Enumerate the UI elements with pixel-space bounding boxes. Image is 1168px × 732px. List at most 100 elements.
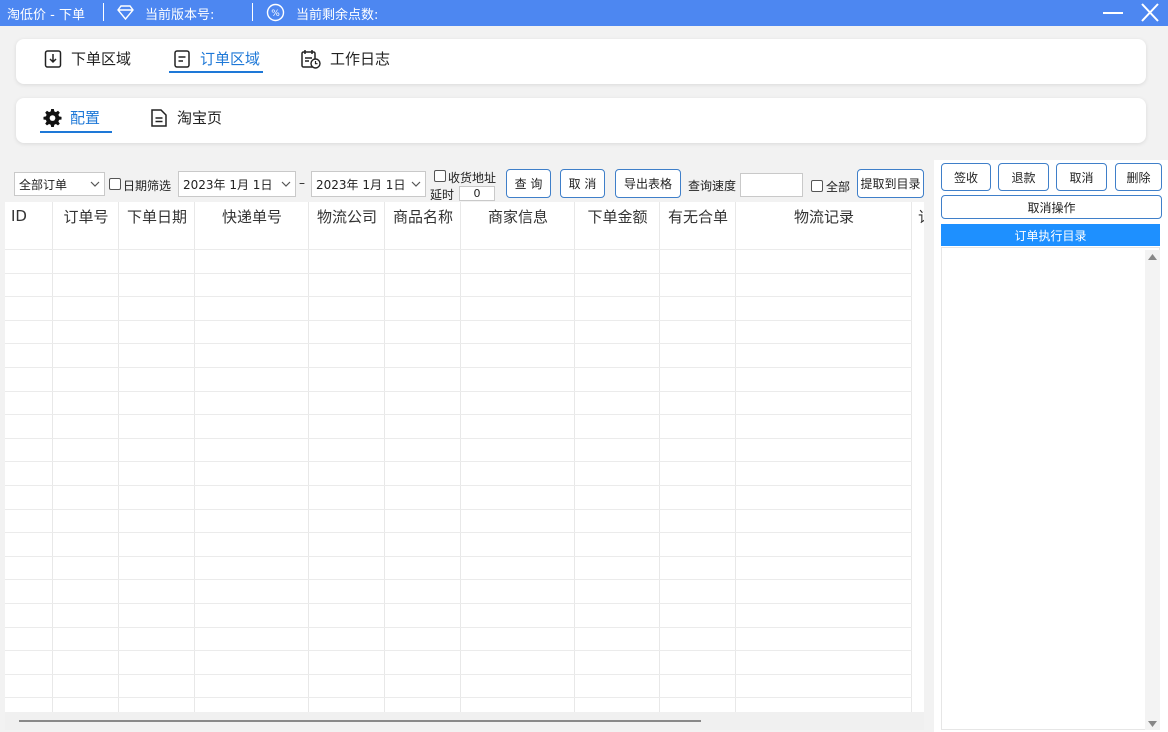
- close-button[interactable]: [1137, 2, 1163, 24]
- tab-order-area[interactable]: 订单区域: [172, 48, 260, 69]
- column-divider: [911, 202, 912, 712]
- table-row-line: [5, 414, 912, 415]
- date-to-picker[interactable]: 2023年 1月 1日: [311, 171, 426, 197]
- scroll-down-icon[interactable]: [1148, 721, 1157, 727]
- chevron-down-icon: [281, 181, 291, 187]
- title-bar: 淘低价 - 下单 当前版本号: % 当前剩余点数:: [0, 0, 1168, 26]
- table-row-line: [5, 485, 912, 486]
- column-header[interactable]: ID: [5, 202, 35, 230]
- all-checkbox[interactable]: [811, 180, 823, 192]
- table-row-line: [5, 320, 912, 321]
- table-row-line: [5, 296, 912, 297]
- address-checkbox[interactable]: [434, 170, 446, 182]
- column-divider: [52, 202, 53, 712]
- date-filter-label: 日期筛选: [123, 179, 172, 193]
- table-row-line: [5, 438, 912, 439]
- gear-icon: [43, 108, 62, 127]
- column-header[interactable]: 下单金额: [575, 202, 660, 230]
- query-speed-input[interactable]: [740, 173, 803, 197]
- column-divider: [308, 202, 309, 712]
- column-divider: [460, 202, 461, 712]
- active-tab-indicator: [169, 71, 263, 73]
- table-row-line: [5, 343, 912, 344]
- scrollbar-thumb[interactable]: [19, 720, 701, 722]
- close-icon: [1141, 3, 1159, 22]
- order-filter-value: 全部订单: [19, 177, 68, 192]
- version-label: 当前版本号:: [145, 8, 215, 23]
- download-box-icon: [44, 49, 62, 68]
- sign-button[interactable]: 签收: [941, 163, 991, 191]
- delay-label: 延时: [430, 188, 455, 202]
- export-table-button[interactable]: 导出表格: [615, 169, 681, 198]
- tab-config[interactable]: 配置: [43, 107, 100, 128]
- tab-order-placement[interactable]: 下单区域: [43, 48, 131, 69]
- table-row-line: [5, 674, 912, 675]
- minimize-button[interactable]: [1100, 2, 1126, 24]
- tab-work-log[interactable]: 工作日志: [300, 48, 390, 69]
- table-row-line: [5, 556, 912, 557]
- cancel-operation-button[interactable]: 取消操作: [941, 195, 1162, 219]
- table-row-line: [5, 367, 912, 368]
- cancel-query-button[interactable]: 取 消: [560, 169, 605, 198]
- points-icon: %: [266, 3, 285, 22]
- points-label: 当前剩余点数:: [296, 8, 379, 23]
- extract-to-directory-button[interactable]: 提取到目录: [857, 169, 924, 198]
- orders-table[interactable]: ID 订单号 下单日期 快递单号 物流公司 商品名称 商家信息 下单金额 有无合…: [5, 202, 924, 730]
- table-row-line: [5, 532, 912, 533]
- order-directory-list[interactable]: [941, 247, 1160, 730]
- table-row-line: [5, 603, 912, 604]
- tab-label: 配置: [70, 109, 101, 127]
- column-header[interactable]: 订: [912, 202, 924, 230]
- scroll-up-icon[interactable]: [1148, 254, 1157, 260]
- column-divider: [574, 202, 575, 712]
- date-range-separator: –: [299, 176, 305, 190]
- calendar-clock-icon: [301, 49, 321, 69]
- tab-label: 工作日志: [330, 50, 391, 68]
- refund-button[interactable]: 退款: [998, 163, 1049, 191]
- column-header[interactable]: 商家信息: [461, 202, 575, 230]
- table-row-line: [5, 391, 912, 392]
- tab-label: 下单区域: [71, 50, 132, 68]
- address-label: 收货地址: [448, 171, 497, 185]
- order-directory-header: 订单执行目录: [941, 224, 1160, 246]
- column-divider: [384, 202, 385, 712]
- date-filter-checkbox[interactable]: [109, 178, 121, 190]
- svg-text:%: %: [271, 9, 280, 19]
- column-divider: [194, 202, 195, 712]
- tab-label: 淘宝页: [177, 109, 223, 127]
- table-row-line: [5, 273, 912, 274]
- column-header[interactable]: 物流公司: [309, 202, 385, 230]
- table-row-line: [5, 697, 912, 698]
- order-filter-select[interactable]: 全部订单: [14, 172, 105, 196]
- date-to-value: 2023年 1月 1日: [316, 177, 406, 192]
- table-row-line: [5, 249, 912, 250]
- chevron-down-icon: [411, 181, 421, 187]
- column-header[interactable]: 有无合单: [660, 202, 736, 230]
- cancel-order-button[interactable]: 取消: [1056, 163, 1107, 191]
- minimize-icon: [1103, 12, 1123, 14]
- delay-input[interactable]: 0: [459, 186, 495, 201]
- horizontal-scrollbar[interactable]: [5, 712, 924, 730]
- column-header[interactable]: 商品名称: [385, 202, 461, 230]
- tab-taobao-page[interactable]: 淘宝页: [149, 107, 222, 128]
- document-icon: [174, 49, 190, 68]
- column-header[interactable]: 订单号: [53, 202, 119, 230]
- column-header[interactable]: 快递单号: [195, 202, 309, 230]
- title-separator: [103, 3, 104, 21]
- title-separator: [252, 3, 253, 21]
- date-from-picker[interactable]: 2023年 1月 1日: [178, 171, 296, 197]
- table-row-line: [5, 650, 912, 651]
- table-row-line: [5, 579, 912, 580]
- page-icon: [151, 108, 167, 127]
- vertical-scrollbar[interactable]: [1145, 250, 1160, 730]
- column-header[interactable]: 物流记录: [736, 202, 912, 230]
- query-button[interactable]: 查 询: [506, 169, 551, 198]
- tab-label: 订单区域: [200, 50, 261, 68]
- column-divider: [118, 202, 119, 712]
- query-speed-label: 查询速度: [688, 179, 737, 193]
- column-header[interactable]: 下单日期: [119, 202, 195, 230]
- diamond-icon: [117, 5, 134, 21]
- table-row-line: [5, 627, 912, 628]
- delete-button[interactable]: 删除: [1115, 163, 1162, 191]
- all-label: 全部: [826, 180, 851, 194]
